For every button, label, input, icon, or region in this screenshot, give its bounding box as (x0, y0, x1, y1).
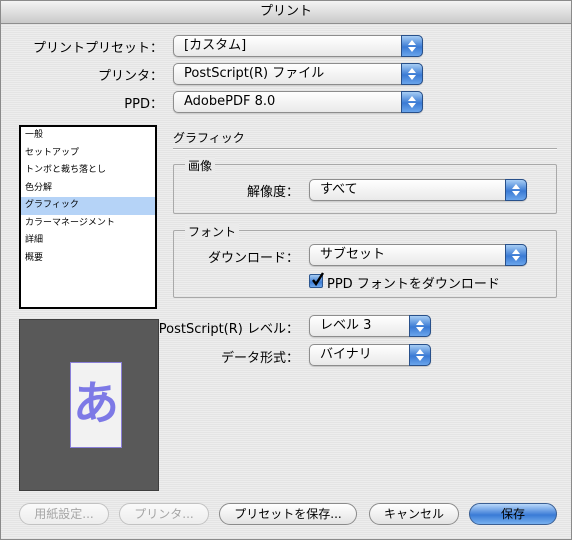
panel-title: グラフィック (173, 131, 245, 145)
ps-level-value: レベル 3 (320, 318, 372, 333)
ps-level-label: PostScript(R) レベル： (158, 322, 299, 337)
chevron-updown-icon (409, 344, 431, 366)
ppd-font-checkbox-label[interactable]: PPD フォントをダウンロード (327, 273, 500, 292)
sidebar-item-graphics[interactable]: グラフィック (21, 197, 155, 215)
download-popup[interactable]: サブセット (309, 244, 527, 266)
ps-level-popup[interactable]: レベル 3 (309, 315, 431, 337)
chevron-updown-icon (401, 91, 423, 113)
page-preview: あ (19, 319, 159, 491)
sidebar-item-setup[interactable]: セットアップ (21, 145, 155, 163)
chevron-updown-icon (409, 315, 431, 337)
preview-glyph: あ (73, 376, 119, 430)
sidebar-item-advanced[interactable]: 詳細 (21, 232, 155, 250)
ppd-value: AdobePDF 8.0 (184, 94, 276, 109)
image-group-title: 画像 (185, 157, 216, 174)
resolution-value: すべて (320, 182, 358, 197)
resolution-label: 解像度： (246, 185, 299, 200)
preview-page: あ (70, 362, 122, 448)
chevron-updown-icon (505, 179, 527, 201)
chevron-updown-icon (505, 244, 527, 266)
print-dialog: プリント プリントプリセット： [カスタム] プリンタ： PostScript(… (0, 0, 572, 540)
printer-popup[interactable]: PostScript(R) ファイル (173, 63, 423, 85)
save-button[interactable]: 保存 (469, 503, 557, 525)
printer-value: PostScript(R) ファイル (184, 66, 325, 81)
preset-popup[interactable]: [カスタム] (173, 35, 423, 57)
download-value: サブセット (320, 247, 386, 262)
printer-label: プリンタ： (97, 69, 163, 84)
section-divider (173, 148, 557, 150)
download-label: ダウンロード： (207, 251, 299, 266)
preset-value: [カスタム] (184, 38, 247, 53)
sidebar-item-color-management[interactable]: カラーマネージメント (21, 215, 155, 233)
resolution-popup[interactable]: すべて (309, 179, 527, 201)
chevron-updown-icon (401, 63, 423, 85)
chevron-updown-icon (401, 35, 423, 57)
cancel-button[interactable]: キャンセル (369, 503, 459, 525)
ppd-font-checkbox[interactable] (309, 272, 325, 288)
ppd-label: PPD： (124, 97, 163, 112)
data-format-value: バイナリ (320, 347, 372, 362)
sidebar-item-summary[interactable]: 概要 (21, 250, 155, 268)
font-group-title: フォント (185, 223, 240, 240)
checkmark-icon (312, 272, 325, 287)
preset-label: プリントプリセット： (32, 41, 163, 56)
category-list[interactable]: 一般 セットアップ トンボと裁ち落とし 色分解 グラフィック カラーマネージメン… (19, 125, 157, 309)
save-preset-button[interactable]: プリセットを保存... (219, 503, 357, 525)
ppd-popup[interactable]: AdobePDF 8.0 (173, 91, 423, 113)
sidebar-item-marks-bleed[interactable]: トンボと裁ち落とし (21, 162, 155, 180)
window-title: プリント (1, 1, 571, 24)
printer-button[interactable]: プリンタ... (119, 503, 209, 525)
sidebar-item-general[interactable]: 一般 (21, 127, 155, 145)
page-setup-button[interactable]: 用紙設定... (19, 503, 109, 525)
sidebar-item-separations[interactable]: 色分解 (21, 180, 155, 198)
data-format-label: データ形式： (220, 351, 299, 366)
data-format-popup[interactable]: バイナリ (309, 344, 431, 366)
